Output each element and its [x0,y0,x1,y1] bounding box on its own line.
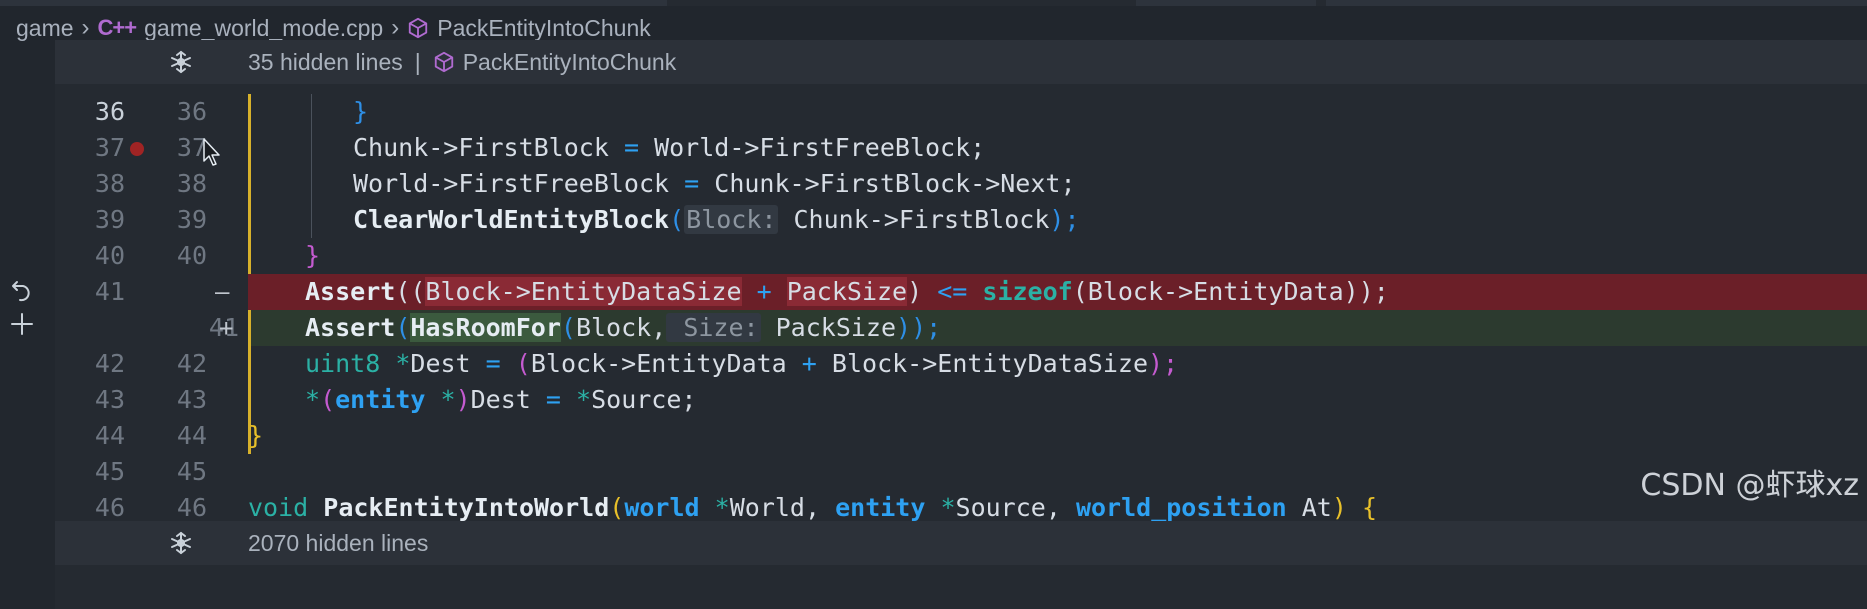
code-line: 39 39 ClearWorldEntityBlock(Block: Chunk… [55,202,1867,238]
diff-removed-marker: — [215,278,230,306]
hidden-lines-count: 2070 hidden lines [248,529,429,556]
code-text: Assert((Block->EntityDataSize + PackSize… [305,277,1389,306]
line-number-old: 43 [94,385,125,414]
hidden-lines-bar-top[interactable]: 35 hidden lines | PackEntityIntoChunk [55,40,1867,84]
line-number-new: 37 [176,133,207,162]
breakpoint-icon[interactable] [130,142,144,156]
inlay-hint: Block: [684,205,779,234]
breadcrumb-separator-icon: › [391,14,400,41]
mouse-pointer-icon [203,138,220,166]
revert-icon[interactable] [8,276,36,304]
code-line: 36 36 } [55,94,1867,130]
line-number-new: 43 [176,385,207,414]
fold-expand-icon[interactable] [168,49,194,75]
breadcrumb-item-folder[interactable]: game [16,15,74,42]
line-number-old: 42 [94,349,125,378]
fold-divider: | [414,48,421,75]
line-number-old: 36 [94,97,125,126]
code-line-added: 41 + Assert(HasRoomFor(Block, Size: Pack… [55,310,1867,346]
code-line: 44 44 } [55,418,1867,454]
line-number-old: 37 [94,133,125,162]
cpp-file-icon: C++ [97,15,138,40]
hidden-lines-bar-bottom[interactable]: 2070 hidden lines [55,521,1867,565]
add-icon[interactable] [8,310,36,338]
hidden-lines-count: 35 hidden lines [248,48,403,75]
code-line: 42 42 uint8 *Dest = (Block->EntityData +… [55,346,1867,382]
line-number-old: 40 [94,241,125,270]
line-number-new: 42 [176,349,207,378]
line-number-new: 39 [176,205,207,234]
line-number-new: 45 [176,457,207,486]
code-text: } [248,421,264,450]
diff-added-marker: + [219,314,234,342]
breadcrumb-separator-icon: › [81,14,90,41]
breadcrumb-file-label: game_world_mode.cpp [144,14,384,41]
line-number-old: 45 [94,457,125,486]
line-number-old: 41 [94,277,125,306]
breadcrumb-item-file[interactable]: C++ game_world_mode.cpp [98,15,384,42]
code-text: } [353,97,369,126]
line-number-old: 38 [94,169,125,198]
line-number-old: 44 [94,421,125,450]
line-number-new: 38 [176,169,207,198]
breadcrumb-symbol-label: PackEntityIntoChunk [437,14,651,41]
line-number-new: 44 [176,421,207,450]
breadcrumb-item-symbol[interactable]: PackEntityIntoChunk [407,15,651,42]
line-number-new: 36 [176,97,207,126]
symbol-method-icon [434,51,453,73]
fold-symbol-label: PackEntityIntoChunk [462,48,677,75]
code-text: } [305,241,321,270]
symbol-method-icon [409,17,428,39]
code-text: Assert(HasRoomFor(Block, Size: PackSize)… [305,313,942,342]
code-line: 40 40 } [55,238,1867,274]
inlay-hint: Size: [666,313,761,342]
indent-guide [311,94,312,238]
line-number-old: 39 [94,205,125,234]
code-text: ClearWorldEntityBlock(Block: Chunk->Firs… [353,205,1080,234]
watermark: CSDN @虾球xz [1640,468,1859,503]
code-text: Chunk->FirstBlock = World->FirstFreeBloc… [353,133,986,162]
fold-expand-icon[interactable] [168,530,194,556]
code-line-removed: 41 — Assert((Block->EntityDataSize + Pac… [55,274,1867,310]
code-line: 45 45 [55,454,1867,490]
line-number-new: 40 [176,241,207,270]
code-text: uint8 *Dest = (Block->EntityData + Block… [305,349,1179,378]
code-text: *(entity *)Dest = *Source; [305,385,697,414]
code-line: 38 38 World->FirstFreeBlock = Chunk->Fir… [55,166,1867,202]
code-line: 43 43 *(entity *)Dest = *Source; [55,382,1867,418]
code-line: 37 37 Chunk->FirstBlock = World->FirstFr… [55,130,1867,166]
code-text: World->FirstFreeBlock = Chunk->FirstBloc… [353,169,1076,198]
